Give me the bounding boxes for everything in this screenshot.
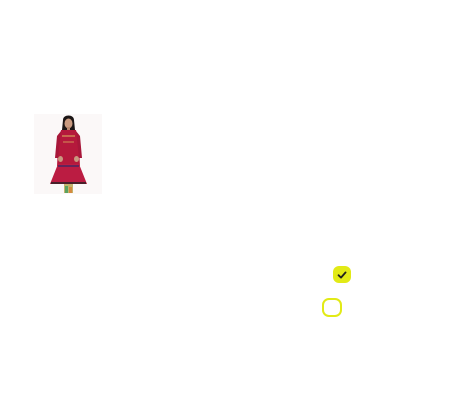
checkmark-icon bbox=[337, 270, 347, 280]
product-image bbox=[34, 114, 102, 194]
selected-checkbox[interactable] bbox=[333, 266, 351, 283]
unselected-checkbox[interactable] bbox=[322, 298, 342, 317]
